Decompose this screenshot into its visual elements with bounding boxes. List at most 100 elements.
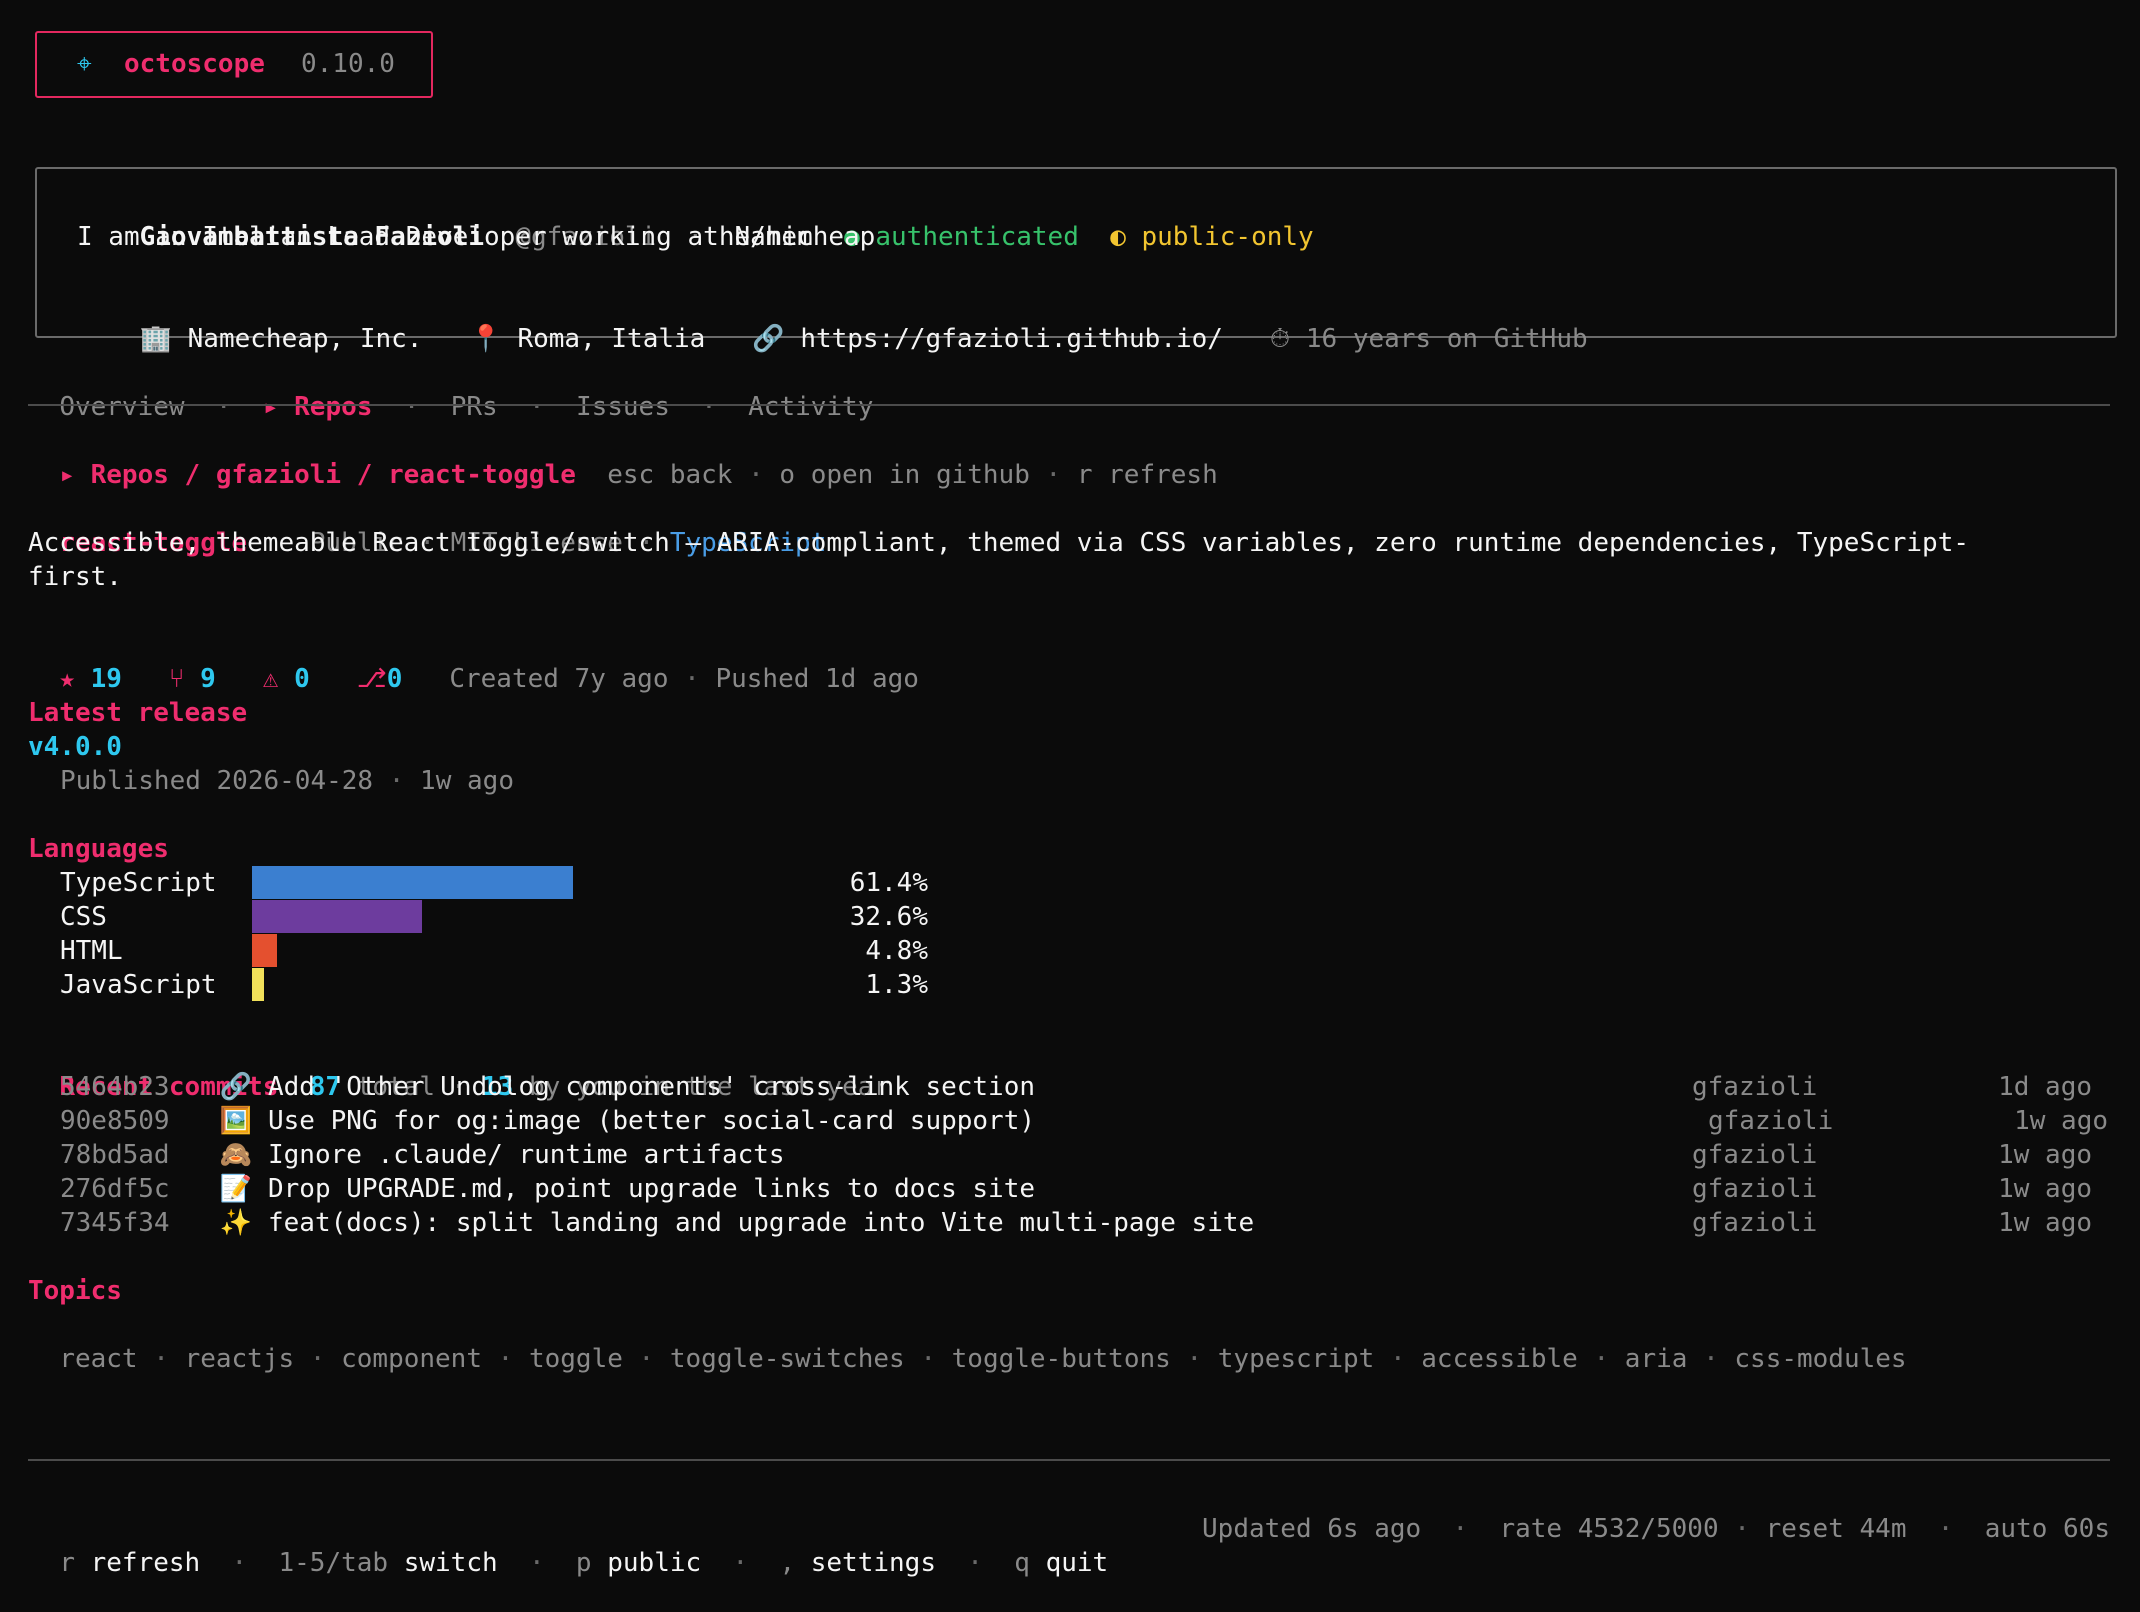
updated-status: Updated 6s ago xyxy=(1202,1514,1422,1544)
tab-bar: Overview · ▸ Repos · PRs · Issues · Acti… xyxy=(59,392,874,422)
commit-message: Add 'Other Undolog components' cross-lin… xyxy=(268,1072,1036,1102)
hint-back[interactable]: back xyxy=(670,460,733,490)
language-bar xyxy=(252,900,422,933)
repo-description-line2: first. xyxy=(28,562,122,592)
language-row: TypeScript 61.4% xyxy=(28,866,928,900)
commit-author: gfazioli xyxy=(1692,1208,1818,1238)
shortcut-switch[interactable]: switch xyxy=(404,1548,498,1578)
commit-sha: 78bd5ad xyxy=(60,1140,170,1170)
repo-pushed: Pushed 1d ago xyxy=(715,664,919,694)
auto-refresh: auto 60s xyxy=(1984,1514,2110,1544)
tab-repos[interactable]: ▸ Repos xyxy=(263,392,373,422)
prs-count: 0 xyxy=(386,664,403,694)
release-tag: v4.0.0 xyxy=(28,732,122,762)
language-name: CSS xyxy=(60,902,107,932)
pull-request-icon: ⎇ xyxy=(356,664,387,694)
repo-stats: ★ 19 ⑂ 9 ⚠ 0 ⎇0 Created 7y ago · Pushed … xyxy=(59,664,919,694)
commit-message: Drop UPGRADE.md, point upgrade links to … xyxy=(268,1174,1036,1204)
topic-tag[interactable]: toggle-buttons xyxy=(952,1344,1171,1374)
breadcrumb-path[interactable]: ▸ Repos / gfazioli / react-toggle xyxy=(59,460,576,490)
commit-row[interactable]: 90e8509 🖼️ Use PNG for og:image (better … xyxy=(28,1104,2108,1138)
topic-tag[interactable]: react xyxy=(59,1344,137,1374)
topic-tag[interactable]: component xyxy=(341,1344,482,1374)
commit-time: 1w ago xyxy=(1998,1140,2092,1170)
shortcut-public[interactable]: public xyxy=(607,1548,701,1578)
access-mode: public-only xyxy=(1141,222,1314,252)
shortcut-key: q xyxy=(1014,1548,1030,1578)
app-version: 0.10.0 xyxy=(301,49,395,79)
half-circle-icon: ◐ xyxy=(1110,222,1126,252)
language-row: JavaScript 1.3% xyxy=(28,968,928,1002)
fork-icon: ⑂ xyxy=(168,664,185,694)
footer-status: Updated 6s ago · rate 4532/5000 · reset … xyxy=(1202,1514,2110,1544)
link-icon: 🔗 xyxy=(752,324,785,354)
commit-row[interactable]: 7345f34 ✨ feat(docs): split landing and … xyxy=(28,1206,2092,1240)
hint-o-key: o xyxy=(779,460,796,490)
topic-tag[interactable]: reactjs xyxy=(185,1344,295,1374)
commit-author: gfazioli xyxy=(1692,1174,1818,1204)
hint-open-github[interactable]: open in github xyxy=(811,460,1030,490)
hint-refresh[interactable]: refresh xyxy=(1108,460,1218,490)
rate-limit: rate 4532/5000 xyxy=(1499,1514,1719,1544)
commit-row[interactable]: 5464b23 🔗 Add 'Other Undolog components'… xyxy=(28,1070,2092,1104)
commit-sha: 276df5c xyxy=(60,1174,170,1204)
shortcut-quit[interactable]: quit xyxy=(1046,1548,1109,1578)
topic-tag[interactable]: aria xyxy=(1625,1344,1688,1374)
language-percent: 4.8% xyxy=(865,936,928,966)
shortcut-settings[interactable]: settings xyxy=(811,1548,936,1578)
language-percent: 1.3% xyxy=(865,970,928,1000)
language-percent: 61.4% xyxy=(849,868,928,898)
commit-time: 1d ago xyxy=(1998,1072,2092,1102)
release-published: Published 2026-04-28 xyxy=(60,766,374,796)
repo-created: Created 7y ago xyxy=(449,664,669,694)
sparkles-icon: ✨ xyxy=(219,1208,253,1238)
tab-activity[interactable]: Activity xyxy=(748,392,873,422)
topic-tag[interactable]: accessible xyxy=(1421,1344,1578,1374)
commit-sha: 5464b23 xyxy=(60,1072,170,1102)
auth-status: authenticated xyxy=(875,222,1079,252)
topic-tag[interactable]: css-modules xyxy=(1734,1344,1906,1374)
shortcut-key: 1-5/tab xyxy=(278,1548,389,1578)
profile-company: Namecheap, Inc. xyxy=(187,324,423,354)
commit-row[interactable]: 276df5c 📝 Drop UPGRADE.md, point upgrade… xyxy=(28,1172,2092,1206)
language-bar xyxy=(252,866,573,899)
language-name: HTML xyxy=(60,936,123,966)
topic-tag[interactable]: toggle-switches xyxy=(670,1344,905,1374)
release-heading: Latest release xyxy=(28,698,248,728)
shortcut-key: p xyxy=(575,1548,592,1578)
tab-prs[interactable]: PRs xyxy=(451,392,498,422)
language-bar xyxy=(252,934,277,967)
commit-sha: 90e8509 xyxy=(60,1106,170,1136)
profile-website[interactable]: https://gfazioli.github.io/ xyxy=(800,324,1223,354)
commit-message: Ignore .claude/ runtime artifacts xyxy=(268,1140,785,1170)
link-icon: 🔗 xyxy=(219,1072,253,1102)
hint-r-key: r xyxy=(1076,460,1093,490)
hint-esc-key: esc xyxy=(607,460,655,490)
breadcrumb: ▸ Repos / gfazioli / react-toggle esc ba… xyxy=(59,460,1218,490)
release-published-line: Published 2026-04-28 · 1w ago xyxy=(60,766,514,796)
commit-time: 1w ago xyxy=(2014,1106,2108,1136)
see-no-evil-monkey-icon: 🙈 xyxy=(219,1140,253,1170)
language-percent: 32.6% xyxy=(849,902,928,932)
tab-issues[interactable]: Issues xyxy=(576,392,670,422)
profile-tenure: 16 years on GitHub xyxy=(1305,324,1588,354)
language-name: JavaScript xyxy=(60,970,217,1000)
picture-icon: 🖼️ xyxy=(219,1106,253,1136)
stars-count: 19 xyxy=(90,664,122,694)
commit-time: 1w ago xyxy=(1998,1208,2092,1238)
release-ago: 1w ago xyxy=(420,766,514,796)
shortcut-refresh[interactable]: refresh xyxy=(91,1548,201,1578)
star-icon: ★ xyxy=(59,664,75,694)
language-row: HTML 4.8% xyxy=(28,934,928,968)
profile-bio: I am an Italian Lead Developer working a… xyxy=(77,222,876,252)
language-name: TypeScript xyxy=(60,868,217,898)
topic-tag[interactable]: toggle xyxy=(529,1344,623,1374)
issues-count: 0 xyxy=(294,664,310,694)
commit-row[interactable]: 78bd5ad 🙈 Ignore .claude/ runtime artifa… xyxy=(28,1138,2092,1172)
topic-tag[interactable]: typescript xyxy=(1218,1344,1375,1374)
crosshair-icon: ⌖ xyxy=(77,49,92,79)
app-title-box: ⌖ octoscope 0.10.0 xyxy=(35,31,433,98)
tab-overview[interactable]: Overview xyxy=(59,392,184,422)
pin-icon: 📍 xyxy=(469,324,502,354)
shortcut-key: r xyxy=(59,1548,75,1578)
